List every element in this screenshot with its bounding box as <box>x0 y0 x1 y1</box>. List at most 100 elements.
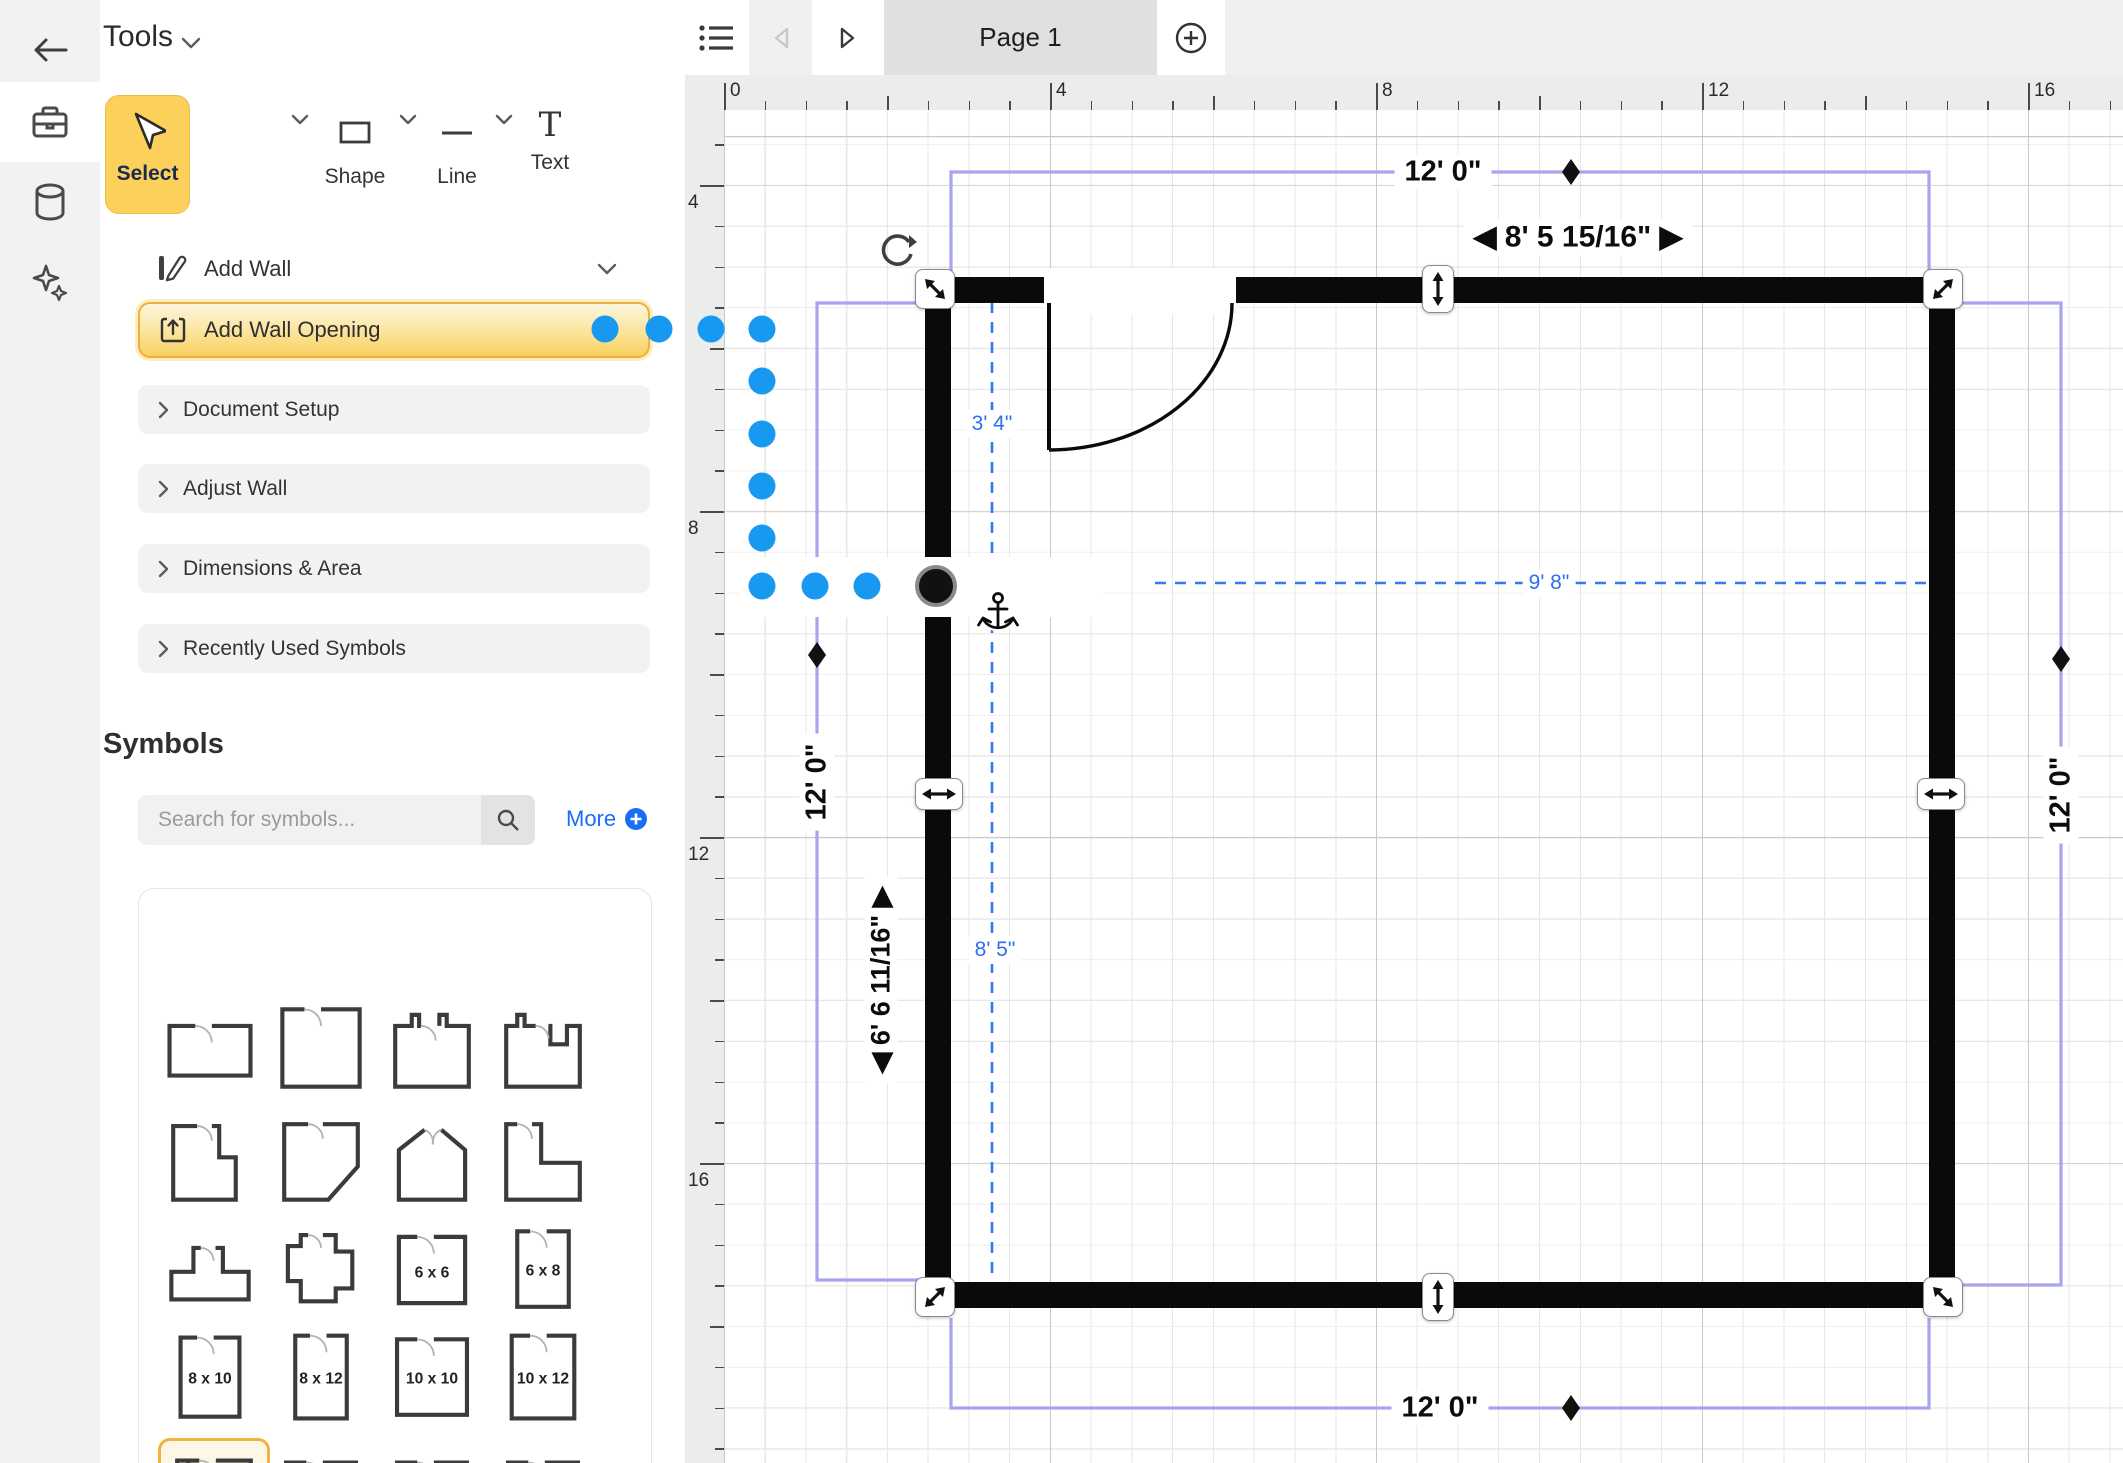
ruler-number: 4 <box>688 192 699 214</box>
rotate-handle-icon[interactable] <box>878 232 918 272</box>
next-page-button[interactable] <box>812 0 884 75</box>
tools-chevron-icon[interactable] <box>180 36 202 50</box>
line-tool-button[interactable]: Line <box>412 95 502 212</box>
section-document-setup[interactable]: Document Setup <box>138 385 650 434</box>
section-label: Adjust Wall <box>183 477 287 501</box>
section-recently-used[interactable]: Recently Used Symbols <box>138 624 650 673</box>
dimension-right[interactable]: 12' 0" <box>2044 746 2079 843</box>
dimension-wall-height[interactable]: ◀ 6' 6 11/16" ▶ <box>865 877 898 1084</box>
edge-handle-right[interactable] <box>1917 778 1965 810</box>
ruler-tick <box>715 1204 724 1206</box>
symbol-room-pointed[interactable] <box>380 1111 484 1211</box>
previous-page-icon <box>772 26 790 50</box>
ruler-tick <box>1580 101 1582 110</box>
symbol-room-double-notch[interactable] <box>491 998 595 1098</box>
ruler-number: 8 <box>688 518 699 540</box>
ruler-tick <box>715 226 724 228</box>
shape-icon <box>339 113 371 159</box>
ruler-number: 16 <box>688 1170 709 1192</box>
select-tool-button[interactable]: Select <box>105 95 190 214</box>
symbol-room-10x10[interactable]: 10 x 10 <box>380 1328 484 1428</box>
ruler-tick <box>887 96 889 110</box>
dimension-bottom[interactable]: 12' 0" <box>1391 1391 1488 1426</box>
ruler-horizontal[interactable]: 0481216 <box>685 75 2123 111</box>
symbol-room-wide[interactable] <box>158 998 262 1098</box>
ruler-number: 12 <box>1708 80 1729 102</box>
ruler-tick <box>1172 101 1174 110</box>
back-button[interactable] <box>0 10 100 90</box>
ruler-tick <box>1417 101 1419 110</box>
ruler-tick <box>710 348 724 350</box>
symbol-room-partial[interactable] <box>491 1441 595 1463</box>
sidebar-item-ai[interactable] <box>0 242 100 322</box>
symbol-room-6x6[interactable]: 6 x 6 <box>380 1220 484 1320</box>
sparkles-icon <box>30 262 70 302</box>
symbol-room-square[interactable] <box>269 998 373 1098</box>
ruler-vertical[interactable]: 481216 <box>685 110 725 1463</box>
floor-plan-app: Tools Select Shape Line <box>0 0 2123 1463</box>
page-list-icon <box>698 22 736 54</box>
dimension-left[interactable]: 12' 0" <box>800 733 835 830</box>
symbol-room-6x8[interactable]: 6 x 8 <box>491 1220 595 1320</box>
database-icon <box>33 182 67 222</box>
gesture-dot <box>802 573 829 600</box>
dimension-opening-width[interactable]: ◀ 8' 5 15/16" ▶ <box>1463 219 1692 256</box>
more-symbols-link[interactable]: More <box>566 806 648 832</box>
ruler-tick <box>715 430 724 432</box>
add-wall-opening-label: Add Wall Opening <box>204 317 381 343</box>
ruler-tick <box>715 1082 724 1084</box>
dimension-top[interactable]: 12' 0" <box>1394 155 1491 190</box>
symbol-room-t-shape[interactable] <box>158 1220 262 1320</box>
sidebar-item-tools[interactable] <box>0 82 100 162</box>
page-tab-label: Page 1 <box>979 22 1061 53</box>
symbol-room-top-tabs[interactable] <box>380 998 484 1098</box>
ruler-tick <box>1865 96 1867 110</box>
panel-title: Tools <box>103 20 173 54</box>
symbol-room-clipped-corner[interactable] <box>269 1111 373 1211</box>
text-tool-button[interactable]: T Text <box>505 95 595 212</box>
symbol-room-8x10[interactable]: 8 x 10 <box>158 1328 262 1428</box>
edge-handle-left[interactable] <box>915 778 963 810</box>
symbol-room-selected[interactable] <box>158 1438 270 1463</box>
add-page-button[interactable] <box>1157 0 1225 75</box>
symbol-room-partial[interactable] <box>269 1441 373 1463</box>
svg-text:8 x 12: 8 x 12 <box>299 1371 343 1388</box>
sidebar-item-data[interactable] <box>0 162 100 242</box>
shape-tool-button[interactable]: Shape <box>312 95 398 212</box>
cursor-icon <box>130 110 166 156</box>
wall-opening-icon <box>158 315 188 345</box>
edge-handle-top[interactable] <box>1422 265 1454 313</box>
corner-handle-top-right[interactable] <box>1923 269 1963 309</box>
symbol-room-10x12[interactable]: 10 x 12 <box>491 1328 595 1428</box>
symbol-search-input[interactable] <box>138 795 501 845</box>
chevron-right-icon <box>158 401 169 419</box>
ruler-tick <box>1091 101 1093 110</box>
section-dimensions-area[interactable]: Dimensions & Area <box>138 544 650 593</box>
edge-handle-bottom[interactable] <box>1422 1273 1454 1321</box>
symbol-room-step[interactable] <box>158 1111 262 1211</box>
page-tab[interactable]: Page 1 <box>884 0 1157 75</box>
page-list-button[interactable] <box>685 0 749 75</box>
ruler-tick <box>700 1163 724 1165</box>
symbol-room-l-shape[interactable] <box>491 1111 595 1211</box>
ruler-tick <box>1987 101 1989 110</box>
search-button[interactable] <box>481 795 535 845</box>
section-adjust-wall[interactable]: Adjust Wall <box>138 464 650 513</box>
gesture-dot <box>749 525 776 552</box>
svg-text:10 x 10: 10 x 10 <box>406 1371 458 1388</box>
drop-point-dot <box>915 565 957 607</box>
ruler-tick <box>700 185 724 187</box>
corner-handle-bottom-right[interactable] <box>1923 1277 1963 1317</box>
add-wall-row[interactable]: Add Wall <box>138 246 646 292</box>
ruler-tick <box>724 83 726 110</box>
ruler-tick <box>2069 101 2071 110</box>
symbol-room-plus-shape[interactable] <box>269 1220 373 1320</box>
add-wall-opening-button[interactable]: Add Wall Opening <box>138 302 650 358</box>
select-dropdown-chevron-icon[interactable] <box>291 114 309 126</box>
corner-handle-top-left[interactable] <box>915 269 955 309</box>
ruler-tick <box>700 837 724 839</box>
symbol-room-partial[interactable] <box>380 1441 484 1463</box>
symbol-room-8x12[interactable]: 8 x 12 <box>269 1328 373 1428</box>
previous-page-button[interactable] <box>749 0 812 75</box>
corner-handle-bottom-left[interactable] <box>915 1277 955 1317</box>
